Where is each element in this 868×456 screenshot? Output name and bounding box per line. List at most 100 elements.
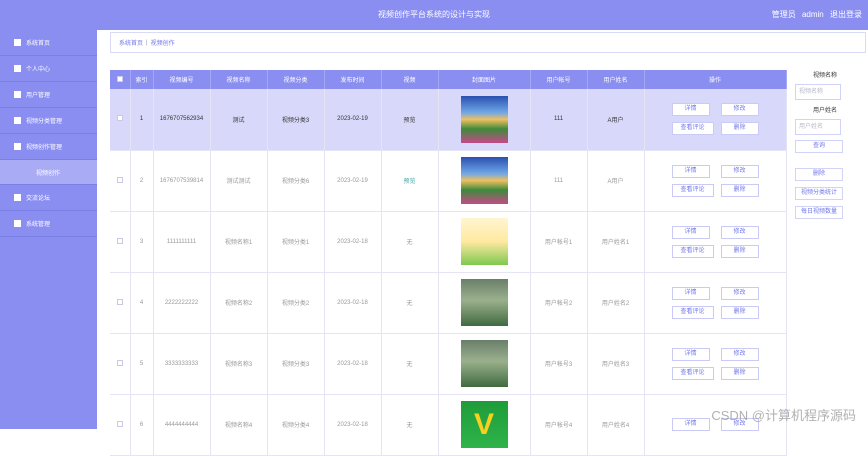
account-cell: 111 bbox=[530, 89, 587, 150]
edit-button[interactable]: 修改 bbox=[721, 103, 759, 116]
date-cell: 2023-02-18 bbox=[324, 333, 381, 394]
sidebar-item-video-create[interactable]: 视频创作 bbox=[0, 160, 97, 185]
row-select-cell bbox=[110, 150, 130, 211]
video-preview-link[interactable]: 预览 bbox=[381, 89, 438, 150]
cover-image: V bbox=[461, 401, 508, 448]
index-cell: 3 bbox=[130, 211, 153, 272]
daily-count-button[interactable]: 每日视频数量 bbox=[795, 206, 843, 219]
view-comments-button[interactable]: 查看评论 bbox=[672, 245, 714, 258]
row-checkbox[interactable] bbox=[117, 299, 123, 305]
main-content: 系统首页 | 视频创作 索引 视频编号 视频名称 视频分类 发布时间 视频 封面… bbox=[97, 30, 868, 429]
cover-image bbox=[461, 96, 508, 143]
home-icon bbox=[14, 39, 21, 46]
table-header-row: 索引 视频编号 视频名称 视频分类 发布时间 视频 封面图片 用户帐号 用户姓名… bbox=[110, 70, 786, 89]
detail-button[interactable]: 详情 bbox=[672, 226, 710, 239]
delete-button[interactable]: 删除 bbox=[721, 367, 759, 380]
category-cell: 视频分类1 bbox=[267, 211, 324, 272]
code-cell: 1676707539814 bbox=[153, 150, 210, 211]
view-comments-button[interactable]: 查看评论 bbox=[672, 306, 714, 319]
sidebar-item-users[interactable]: 用户管理 bbox=[0, 82, 97, 108]
row-checkbox[interactable] bbox=[117, 360, 123, 366]
delete-selected-button[interactable]: 删除 bbox=[795, 168, 843, 181]
table-row[interactable]: 6 4444444444 视频名称4 视频分类4 2023-02-18 无 V … bbox=[110, 394, 786, 455]
sidebar-item-forum[interactable]: 交流论坛 bbox=[0, 185, 97, 211]
edit-button[interactable]: 修改 bbox=[721, 348, 759, 361]
select-all-checkbox[interactable] bbox=[117, 76, 123, 82]
row-checkbox[interactable] bbox=[117, 115, 123, 121]
sidebar-item-label: 系统管理 bbox=[26, 219, 50, 228]
video-name-input[interactable]: 视频名称 bbox=[795, 84, 841, 100]
detail-button[interactable]: 详情 bbox=[672, 165, 710, 178]
view-comments-button[interactable]: 查看评论 bbox=[672, 184, 714, 197]
grid-icon bbox=[14, 194, 21, 201]
table-icon bbox=[14, 91, 21, 98]
category-stats-button[interactable]: 视频分类统计 bbox=[795, 187, 843, 200]
code-cell: 1676707562934 bbox=[153, 89, 210, 150]
sidebar-item-video-manage[interactable]: 视频创作管理 bbox=[0, 134, 97, 160]
search-button[interactable]: 查询 bbox=[795, 140, 843, 153]
sidebar-item-system[interactable]: 系统管理 bbox=[0, 211, 97, 237]
breadcrumb: 系统首页 | 视频创作 bbox=[110, 32, 866, 53]
table-row[interactable]: 1 1676707562934 测试 视频分类3 2023-02-19 预览 1… bbox=[110, 89, 786, 150]
account-cell: 用户帐号4 bbox=[530, 394, 587, 455]
username-cell: A用户 bbox=[587, 89, 644, 150]
ops-cell: 详情修改 bbox=[644, 394, 786, 455]
edit-button[interactable]: 修改 bbox=[721, 165, 759, 178]
video-preview-link[interactable]: 预览 bbox=[381, 150, 438, 211]
index-cell: 1 bbox=[130, 89, 153, 150]
user-name-input[interactable]: 用户姓名 bbox=[795, 119, 841, 135]
folder-icon bbox=[14, 117, 21, 124]
sidebar-item-label: 个人中心 bbox=[26, 64, 50, 73]
video-cell: 无 bbox=[381, 272, 438, 333]
column-header: 视频名称 bbox=[210, 70, 267, 89]
view-comments-button[interactable]: 查看评论 bbox=[672, 367, 714, 380]
row-select-cell bbox=[110, 211, 130, 272]
ops-cell: 详情修改查看评论删除 bbox=[644, 211, 786, 272]
table-row[interactable]: 2 1676707539814 测试测试 视频分类6 2023-02-19 预览… bbox=[110, 150, 786, 211]
row-checkbox[interactable] bbox=[117, 421, 123, 427]
sidebar-item-home[interactable]: 系统首页 bbox=[0, 30, 97, 56]
sidebar-item-label: 视频分类管理 bbox=[26, 116, 62, 125]
sidebar-item-profile[interactable]: 个人中心 bbox=[0, 56, 97, 82]
cover-cell bbox=[438, 333, 530, 394]
detail-button[interactable]: 详情 bbox=[672, 348, 710, 361]
cover-cell: V bbox=[438, 394, 530, 455]
sidebar-item-label: 系统首页 bbox=[26, 38, 50, 47]
table-row[interactable]: 4 2222222222 视频名称2 视频分类2 2023-02-18 无 用户… bbox=[110, 272, 786, 333]
cover-image bbox=[461, 340, 508, 387]
delete-button[interactable]: 删除 bbox=[721, 122, 759, 135]
ops-cell: 详情修改查看评论删除 bbox=[644, 89, 786, 150]
logout-link[interactable]: 退出登录 bbox=[830, 10, 862, 19]
ops-cell: 详情修改查看评论删除 bbox=[644, 333, 786, 394]
cover-cell bbox=[438, 150, 530, 211]
edit-button[interactable]: 修改 bbox=[721, 287, 759, 300]
view-comments-button[interactable]: 查看评论 bbox=[672, 122, 714, 135]
category-cell: 视频分类4 bbox=[267, 394, 324, 455]
detail-button[interactable]: 详情 bbox=[672, 287, 710, 300]
video-cell: 无 bbox=[381, 211, 438, 272]
username-cell: 用户姓名4 bbox=[587, 394, 644, 455]
date-cell: 2023-02-18 bbox=[324, 272, 381, 333]
row-checkbox[interactable] bbox=[117, 177, 123, 183]
delete-button[interactable]: 删除 bbox=[721, 245, 759, 258]
table-row[interactable]: 5 3333333333 视频名称3 视频分类3 2023-02-18 无 用户… bbox=[110, 333, 786, 394]
column-header: 视频编号 bbox=[153, 70, 210, 89]
row-checkbox[interactable] bbox=[117, 238, 123, 244]
username-cell: 用户姓名1 bbox=[587, 211, 644, 272]
breadcrumb-home[interactable]: 系统首页 bbox=[119, 38, 143, 47]
table-row[interactable]: 3 1111111111 视频名称1 视频分类1 2023-02-18 无 用户… bbox=[110, 211, 786, 272]
video-table: 索引 视频编号 视频名称 视频分类 发布时间 视频 封面图片 用户帐号 用户姓名… bbox=[110, 70, 787, 456]
ops-cell: 详情修改查看评论删除 bbox=[644, 272, 786, 333]
ops-cell: 详情修改查看评论删除 bbox=[644, 150, 786, 211]
cover-cell bbox=[438, 89, 530, 150]
username-cell: 用户姓名3 bbox=[587, 333, 644, 394]
sidebar-item-categories[interactable]: 视频分类管理 bbox=[0, 108, 97, 134]
detail-button[interactable]: 详情 bbox=[672, 418, 710, 431]
delete-button[interactable]: 删除 bbox=[721, 184, 759, 197]
detail-button[interactable]: 详情 bbox=[672, 103, 710, 116]
delete-button[interactable]: 删除 bbox=[721, 306, 759, 319]
name-cell: 视频名称3 bbox=[210, 333, 267, 394]
sidebar-item-label: 视频创作 bbox=[36, 168, 60, 177]
cover-image bbox=[461, 218, 508, 265]
edit-button[interactable]: 修改 bbox=[721, 226, 759, 239]
